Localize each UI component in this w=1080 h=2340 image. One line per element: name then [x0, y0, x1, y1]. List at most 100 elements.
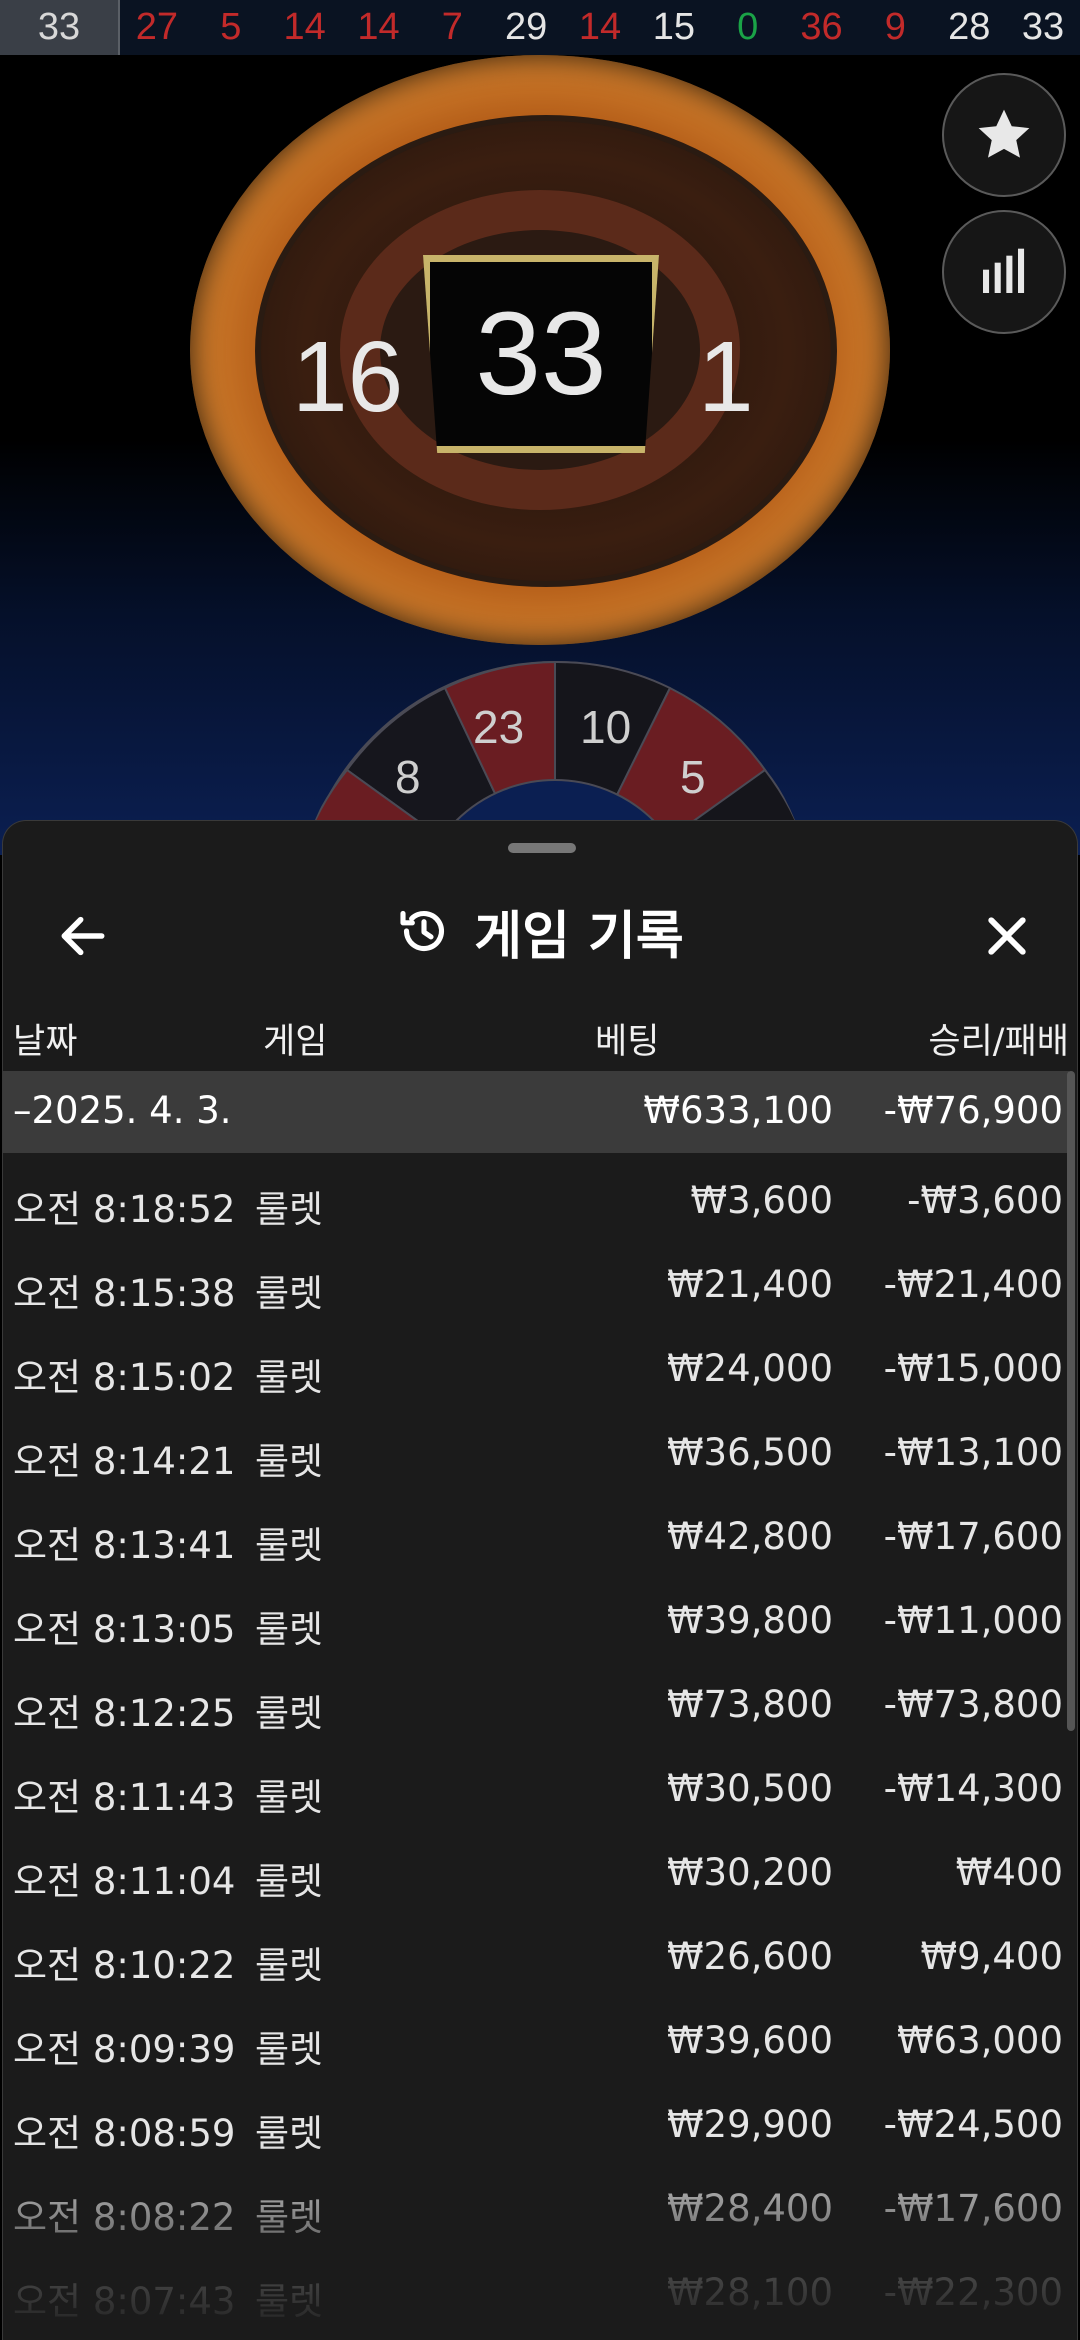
row-result: -₩15,000 [883, 1347, 1063, 1390]
row-time: 오전 8:09:39 [13, 2028, 236, 2071]
row-time: 오전 8:07:43 [13, 2280, 236, 2323]
favorite-button[interactable] [942, 73, 1066, 197]
row-game: 룰렛 [255, 1692, 324, 1735]
row-game: 룰렛 [255, 1272, 324, 1315]
row-bet: ₩24,000 [666, 1347, 833, 1390]
history-result-number: 5 [220, 6, 242, 48]
history-row[interactable]: 오전 8:10:22 룰렛 ₩26,600 ₩9,400 [3, 1917, 1069, 2001]
history-row[interactable]: 오전 8:18:52 룰렛 ₩3,600 -₩3,600 [3, 1161, 1069, 1245]
column-header-game[interactable]: 게임 [263, 1013, 327, 1064]
game-stage: 16 1 33 8 23 10 5 [0, 55, 1080, 855]
sheet-header: 게임 기록 [3, 876, 1077, 986]
date-group-total-bet: ₩633,100 [643, 1089, 833, 1132]
history-row[interactable]: 오전 8:11:43 룰렛 ₩30,500 -₩14,300 [3, 1749, 1069, 1833]
history-row[interactable]: 오전 8:11:04 룰렛 ₩30,200 ₩400 [3, 1833, 1069, 1917]
row-bet: ₩36,500 [666, 1431, 833, 1474]
row-result: ₩9,400 [920, 1935, 1063, 1978]
row-game: 룰렛 [255, 1440, 324, 1483]
history-row[interactable]: 오전 8:13:05 룰렛 ₩39,800 -₩11,000 [3, 1581, 1069, 1665]
row-bet: ₩39,600 [666, 2019, 833, 2062]
history-result-number: 9 [884, 6, 906, 48]
row-bet: ₩3,600 [690, 1179, 833, 1222]
row-bet: ₩30,500 [666, 1767, 833, 1810]
bar-chart-icon [983, 248, 1025, 293]
row-result: -₩17,600 [883, 1515, 1063, 1558]
history-row[interactable]: 오전 8:15:02 룰렛 ₩24,000 -₩15,000 [3, 1329, 1069, 1413]
wheel-left-neighbor: 16 [292, 321, 404, 433]
row-time: 오전 8:15:02 [13, 1356, 236, 1399]
close-button[interactable] [967, 896, 1047, 976]
history-result-number: 0 [737, 6, 759, 48]
history-row[interactable]: 오전 8:08:59 룰렛 ₩29,900 -₩24,500 [3, 2085, 1069, 2169]
history-result-number: 14 [283, 6, 326, 48]
row-time: 오전 8:10:22 [13, 1944, 236, 1987]
row-result: -₩11,000 [883, 1599, 1063, 1642]
row-game: 룰렛 [255, 1860, 324, 1903]
column-header-date[interactable]: 날짜 [13, 1013, 77, 1064]
row-result: -₩21,400 [883, 1263, 1063, 1306]
row-bet: ₩30,200 [666, 1851, 833, 1894]
history-result-number: 7 [441, 6, 463, 48]
history-list[interactable]: –2025. 4. 3. ₩633,100 -₩76,900 오전 8:18:5… [3, 1071, 1077, 2340]
row-game: 룰렛 [255, 1776, 324, 1819]
row-result: -₩14,300 [883, 1767, 1063, 1810]
history-row[interactable]: 오전 8:15:38 룰렛 ₩21,400 -₩21,400 [3, 1245, 1069, 1329]
column-header-result[interactable]: 승리/패배 [928, 1013, 1069, 1064]
column-header-bet[interactable]: 베팅 [595, 1013, 659, 1064]
row-bet: ₩29,900 [666, 2103, 833, 2146]
list-scrollbar[interactable] [1067, 1071, 1075, 1731]
date-group-date: –2025. 4. 3. [13, 1089, 232, 1132]
racetrack-segment-label: 23 [473, 701, 525, 753]
game-history-sheet: 게임 기록 날짜 게임 베팅 승리/패배 –2025. 4. 3. ₩633,1… [2, 820, 1078, 2340]
row-time: 오전 8:13:41 [13, 1524, 236, 1567]
row-time: 오전 8:14:21 [13, 1440, 236, 1483]
row-bet: ₩73,800 [666, 1683, 833, 1726]
winning-number: 33 [475, 288, 607, 420]
sheet-drag-handle[interactable] [508, 843, 576, 853]
history-row[interactable]: 오전 8:14:21 룰렛 ₩36,500 -₩13,100 [3, 1413, 1069, 1497]
latest-result-number: 33 [0, 0, 120, 55]
row-bet: ₩28,400 [666, 2187, 833, 2230]
row-time: 오전 8:15:38 [13, 1272, 236, 1315]
row-result: -₩22,300 [883, 2271, 1063, 2314]
history-row[interactable]: 오전 8:13:41 룰렛 ₩42,800 -₩17,600 [3, 1497, 1069, 1581]
row-bet: ₩21,400 [666, 1263, 833, 1306]
racetrack-segment-label: 5 [680, 751, 706, 803]
history-result-number: 14 [578, 6, 622, 48]
row-result: -₩13,100 [883, 1431, 1063, 1474]
result-history-strip: 33 27 5 14 14 7 29 14 15 0 36 9 28 33 [0, 0, 1080, 55]
statistics-button[interactable] [942, 210, 1066, 334]
date-group-row[interactable]: –2025. 4. 3. ₩633,100 -₩76,900 [3, 1071, 1069, 1153]
history-row[interactable]: 오전 8:12:25 룰렛 ₩73,800 -₩73,800 [3, 1665, 1069, 1749]
row-time: 오전 8:11:04 [13, 1860, 236, 1903]
row-bet: ₩42,800 [666, 1515, 833, 1558]
table-header: 날짜 게임 베팅 승리/패배 [3, 999, 1077, 1069]
history-row[interactable]: 오전 8:08:22 룰렛 ₩28,400 -₩17,600 [3, 2169, 1069, 2253]
row-game: 룰렛 [255, 1524, 324, 1567]
row-game: 룰렛 [255, 1356, 324, 1399]
history-row[interactable]: 오전 8:09:39 룰렛 ₩39,600 ₩63,000 [3, 2001, 1069, 2085]
winning-number-box: 33 [423, 255, 659, 453]
row-bet: ₩26,600 [666, 1935, 833, 1978]
row-time: 오전 8:08:22 [13, 2196, 236, 2239]
history-result-number: 15 [652, 6, 695, 48]
row-game: 룰렛 [255, 2112, 324, 2155]
row-result: ₩400 [955, 1851, 1063, 1894]
row-result: -₩3,600 [907, 1179, 1063, 1222]
history-icon [400, 910, 445, 952]
date-group-total-result: -₩76,900 [883, 1089, 1063, 1132]
row-time: 오전 8:08:59 [13, 2112, 236, 2155]
close-icon [988, 917, 1026, 955]
history-result-number: 14 [357, 6, 400, 48]
sheet-title-wrap: 게임 기록 [3, 876, 1077, 986]
history-row[interactable]: 오전 8:07:43 룰렛 ₩28,100 -₩22,300 [3, 2253, 1069, 2337]
sheet-title: 게임 기록 [474, 906, 684, 967]
row-game: 룰렛 [255, 2280, 324, 2323]
row-game: 룰렛 [255, 2196, 324, 2239]
row-game: 룰렛 [255, 1188, 324, 1231]
row-bet: ₩39,800 [666, 1599, 833, 1642]
history-result-number: 36 [800, 6, 843, 48]
row-result: -₩24,500 [883, 2103, 1063, 2146]
row-time: 오전 8:13:05 [13, 1608, 236, 1651]
history-result-number: 28 [948, 6, 991, 48]
